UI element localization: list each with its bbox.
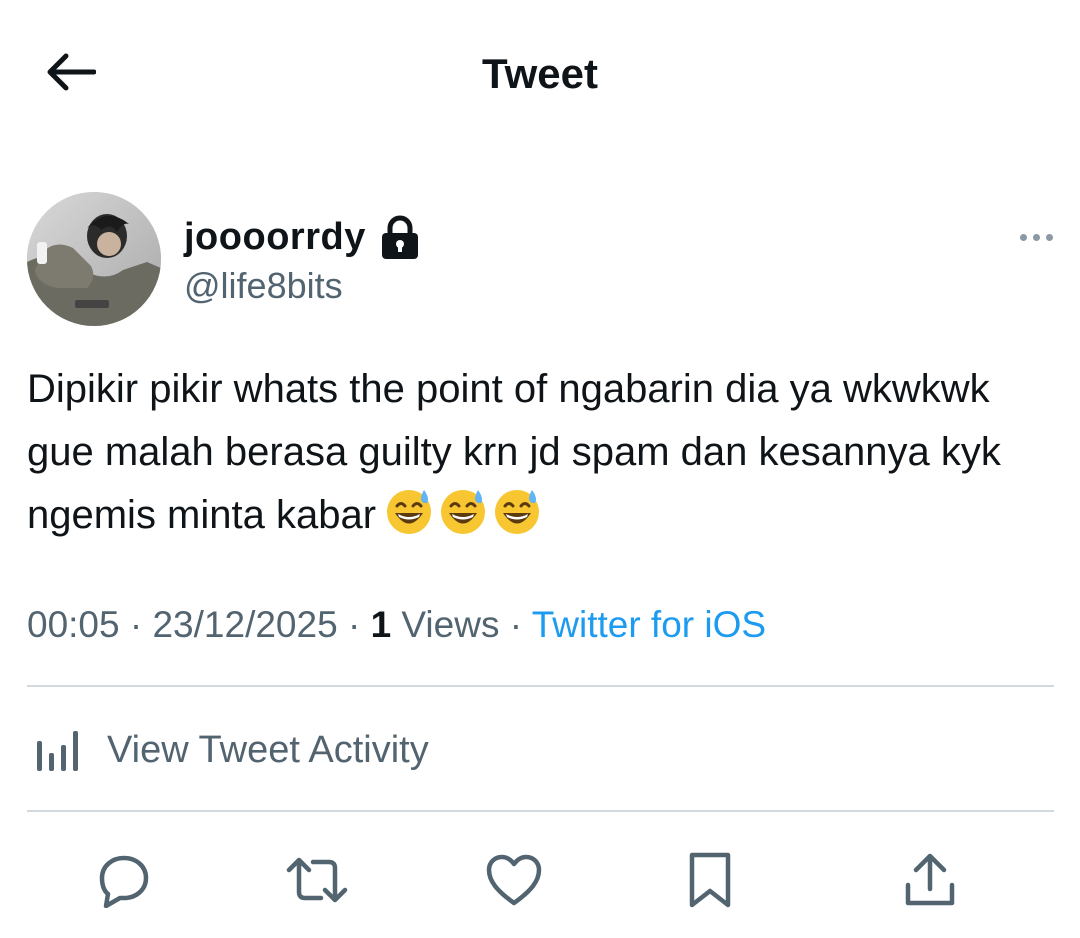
like-button[interactable] xyxy=(482,850,546,914)
lock-icon xyxy=(378,214,422,260)
avatar[interactable] xyxy=(27,192,161,326)
heart-icon xyxy=(485,853,543,912)
author-name-row: joooorrdy xyxy=(184,210,422,264)
action-bar xyxy=(0,850,1080,914)
meta-separator: · xyxy=(129,604,143,645)
source-link[interactable]: Twitter for iOS xyxy=(532,604,766,645)
share-icon xyxy=(902,851,958,914)
reply-button[interactable] xyxy=(92,850,156,914)
retweet-button[interactable] xyxy=(285,850,349,914)
meta-separator: · xyxy=(347,604,361,645)
grinning-face-with-sweat-icon xyxy=(495,490,540,534)
share-button[interactable] xyxy=(898,850,962,914)
tweet-time: 00:05 xyxy=(27,604,120,645)
bookmark-button[interactable] xyxy=(678,850,742,914)
user-handle[interactable]: @life8bits xyxy=(184,262,343,310)
meta-separator: · xyxy=(509,604,523,645)
grinning-face-with-sweat-icon xyxy=(387,490,432,534)
more-dot xyxy=(1045,233,1053,241)
display-name[interactable]: joooorrdy xyxy=(184,210,366,264)
views-count: 1 xyxy=(370,604,392,645)
tweet-meta: 00:05 · 23/12/2025 · 1 Views · Twitter f… xyxy=(27,598,766,652)
more-dot xyxy=(1032,233,1040,241)
divider xyxy=(27,685,1054,687)
activity-label: View Tweet Activity xyxy=(107,729,429,771)
page-title: Tweet xyxy=(482,50,598,97)
more-dot xyxy=(1019,233,1027,241)
view-tweet-activity-button[interactable]: View Tweet Activity xyxy=(27,715,429,785)
tweet-date: 23/12/2025 xyxy=(152,604,338,645)
grinning-face-with-sweat-icon xyxy=(441,490,486,534)
more-options-button[interactable] xyxy=(1010,222,1062,252)
top-bar: Tweet xyxy=(0,0,1080,150)
profile-photo xyxy=(27,192,161,326)
reply-icon xyxy=(96,852,152,913)
bar-chart-icon xyxy=(27,725,81,776)
bookmark-icon xyxy=(686,851,734,914)
views-label: Views xyxy=(401,604,500,645)
retweet-icon xyxy=(285,852,349,913)
tweet-text: Dipikir pikir whats the point of ngabari… xyxy=(27,358,1047,547)
emoji-group xyxy=(384,486,542,536)
divider xyxy=(27,810,1054,812)
